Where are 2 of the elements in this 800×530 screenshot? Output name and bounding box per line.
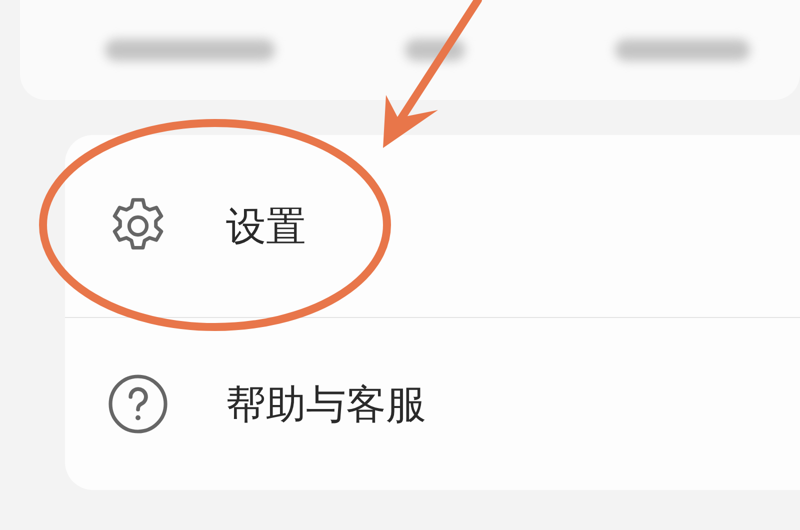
menu-item[interactable]: 设置	[65, 135, 800, 318]
menu-item[interactable]: 帮助与客服	[65, 318, 800, 490]
